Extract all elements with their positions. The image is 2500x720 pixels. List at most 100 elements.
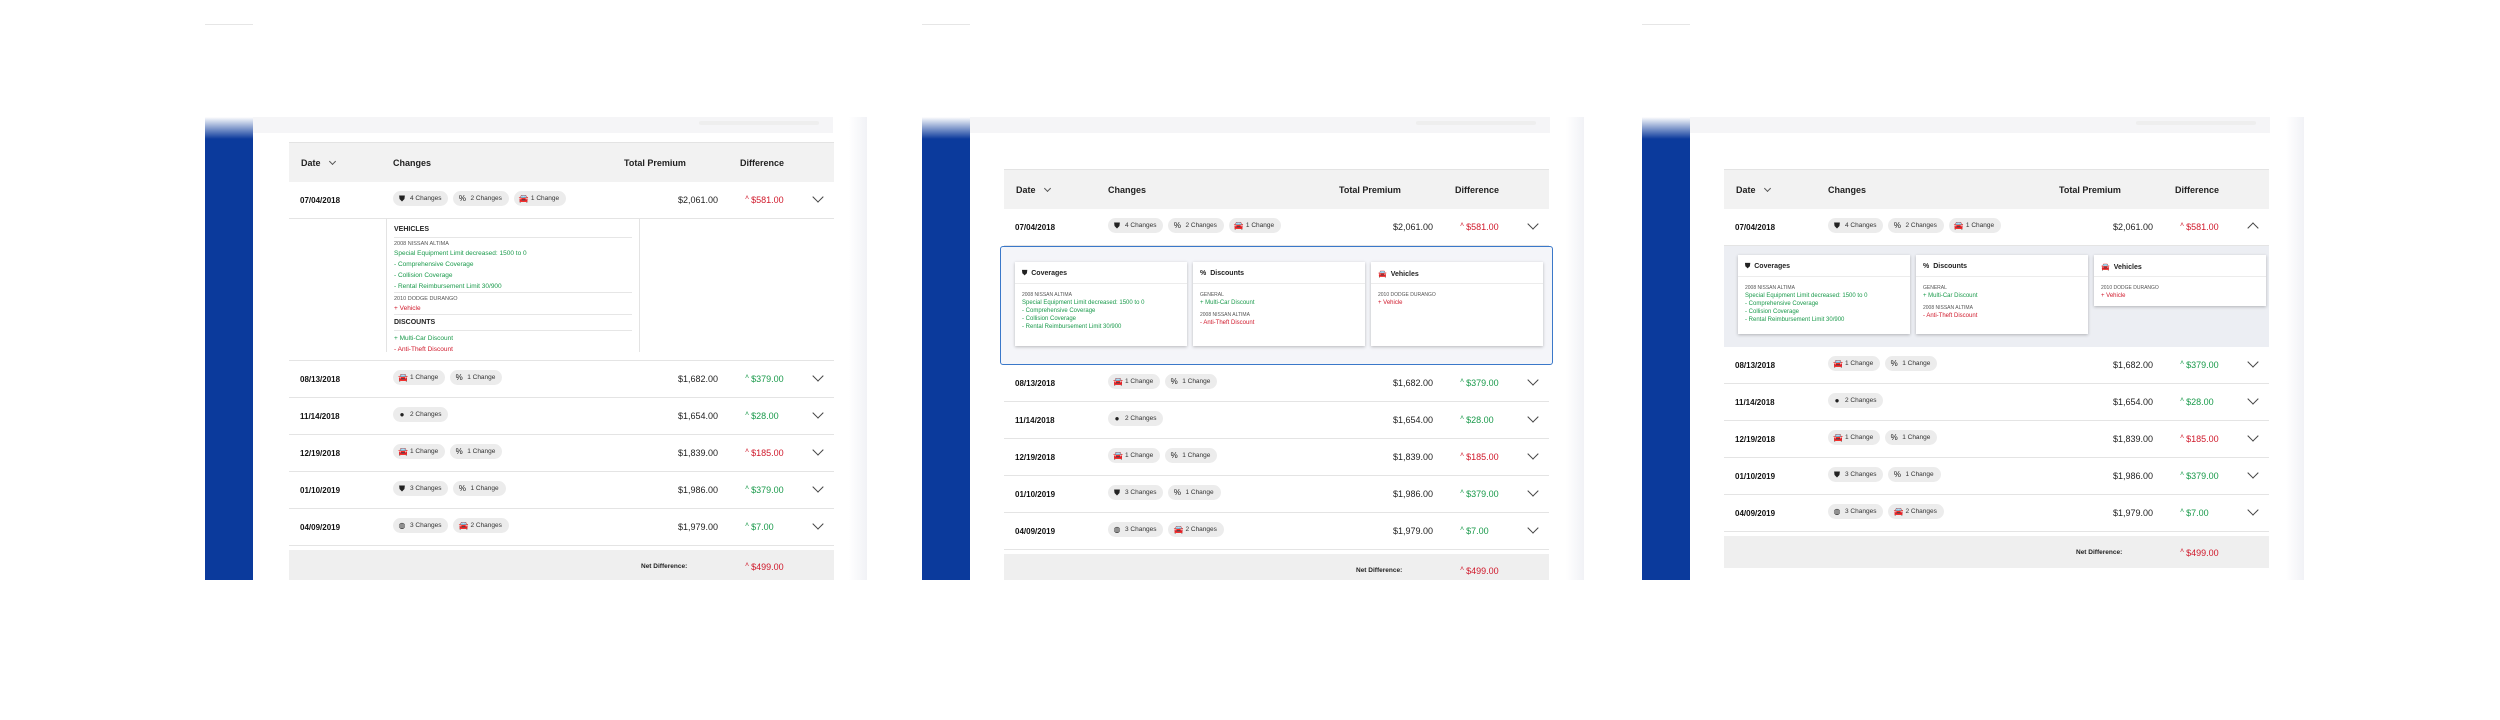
change-pills: ◍ 3 Changes 🚘 2 Changes	[1108, 522, 1224, 537]
change-pill[interactable]: ● 2 Changes	[1828, 393, 1884, 408]
change-pill-label: 1 Change	[1965, 222, 1995, 229]
chevron-down-icon[interactable]	[1527, 411, 1539, 423]
table-row[interactable]: 04/09/2019 ◍ 3 Changes 🚘 2 Changes $1,979.00 ˄…	[289, 509, 834, 546]
change-pill[interactable]: % 1 Change	[1885, 356, 1938, 371]
change-pill[interactable]: 🚘 1 Change	[513, 191, 567, 206]
change-pills: 🚘 1 Change % 1 Change	[393, 444, 503, 459]
change-pill[interactable]: % 1 Change	[1165, 448, 1218, 463]
change-line: - Comprehensive Coverage	[394, 261, 474, 268]
date-column-header[interactable]: Date	[1016, 184, 1051, 195]
change-pills: ⛊ 4 Changes % 2 Changes 🚘 1 Change	[1108, 218, 1282, 233]
screen-panel: Date Changes Total Premium Difference 07/04/…	[922, 117, 1584, 580]
table-row[interactable]: 11/14/2018 ● 2 Changes $1,654.00 ˄ $28.00	[289, 398, 834, 435]
change-pill[interactable]: ⛊ 3 Changes	[1828, 467, 1884, 482]
table-row[interactable]: 12/19/2018 🚘 1 Change% 1 Change $1,839.00 ˄ $1…	[1004, 439, 1549, 476]
change-pill[interactable]: ● 2 Changes	[1108, 411, 1164, 426]
table-row[interactable]: 01/10/2019 ⛊ 3 Changes% 1 Change $1,986.00 ˄ $…	[289, 472, 834, 509]
difference-value: ˄ $379.00	[745, 374, 784, 384]
table-row[interactable]: 04/09/2019 ◍ 3 Changes 🚘 2 Changes $1,979.00 ˄…	[1724, 495, 2269, 532]
change-pill[interactable]: 🚘 1 Change	[1828, 356, 1881, 371]
table-row[interactable]: 12/19/2018 🚘 1 Change% 1 Change $1,839.00 ˄ $1…	[289, 435, 834, 472]
change-pill[interactable]: 🚘 1 Change	[1948, 218, 2002, 233]
chevron-down-icon[interactable]	[812, 481, 824, 493]
change-pill[interactable]: ⛊ 3 Changes	[393, 481, 449, 496]
date-column-header[interactable]: Date	[301, 157, 336, 168]
table-row[interactable]: 08/13/2018 🚘 1 Change% 1 Change $1,682.00 ˄ $3…	[1004, 365, 1549, 402]
table-row[interactable]: 12/19/2018 🚘 1 Change% 1 Change $1,839.00 ˄ $1…	[1724, 421, 2269, 458]
table-row[interactable]: 01/10/2019 ⛊ 3 Changes% 1 Change $1,986.00 ˄ $…	[1004, 476, 1549, 513]
chevron-down-icon[interactable]	[812, 191, 824, 203]
change-pill[interactable]: % 1 Change	[450, 444, 503, 459]
change-pill-label: 2 Changes	[1905, 508, 1937, 515]
change-pill[interactable]: % 1 Change	[450, 370, 503, 385]
change-pill[interactable]: ⛊ 4 Changes	[1828, 218, 1884, 233]
chevron-down-icon[interactable]	[1527, 218, 1539, 230]
change-pill[interactable]: % 2 Changes	[453, 191, 509, 206]
change-pill[interactable]: % 1 Change	[1885, 430, 1938, 445]
change-pill[interactable]: 🚘 2 Changes	[453, 518, 509, 533]
chevron-stroke	[812, 444, 824, 456]
change-pill[interactable]: % 1 Change	[1165, 374, 1218, 389]
total-premium-value: $1,839.00	[677, 448, 718, 458]
change-pill[interactable]: ◍ 3 Changes	[393, 518, 449, 533]
change-pill[interactable]: 🚘 1 Change	[1108, 374, 1161, 389]
table-row[interactable]: 07/04/2018 ⛊ 4 Changes% 2 Changes 🚘 1 Change $…	[289, 182, 834, 219]
date-header-label: Date	[1736, 185, 1756, 195]
change-pill[interactable]: 🚘 1 Change	[1108, 448, 1161, 463]
caret-up-icon: ˄	[745, 485, 750, 492]
change-pills: ⛊ 3 Changes % 1 Change	[393, 481, 506, 496]
change-pill[interactable]: % 1 Change	[453, 481, 506, 496]
caret-up-icon: ˄	[1460, 566, 1465, 573]
change-pill[interactable]: 🚘 2 Changes	[1888, 504, 1944, 519]
table-row[interactable]: 11/14/2018 ● 2 Changes $1,654.00 ˄ $28.00	[1004, 402, 1549, 439]
discount-icon: %	[1170, 450, 1178, 460]
chevron-down-icon[interactable]	[1527, 374, 1539, 386]
change-pill[interactable]: ◍ 3 Changes	[1828, 504, 1884, 519]
chevron-down-icon[interactable]	[1527, 448, 1539, 460]
chevron-down-icon[interactable]	[2247, 430, 2259, 442]
change-pill[interactable]: % 1 Change	[1888, 467, 1941, 482]
chevron-down-icon[interactable]	[2247, 393, 2259, 405]
chevron-down-icon[interactable]	[812, 370, 824, 382]
chevron-down-icon[interactable]	[1527, 522, 1539, 534]
change-pill[interactable]: 🚘 1 Change	[393, 370, 446, 385]
table-row[interactable]: 08/13/2018 🚘 1 Change% 1 Change $1,682.00 ˄ $3…	[289, 361, 834, 398]
chevron-down-icon[interactable]	[2247, 504, 2259, 516]
date-column-header[interactable]: Date	[1736, 184, 1771, 195]
chevron-down-icon[interactable]	[812, 518, 824, 530]
side-rail	[1642, 117, 1690, 580]
change-pill[interactable]: 🚘 1 Change	[393, 444, 446, 459]
side-rail	[922, 117, 970, 580]
table-row[interactable]: 08/13/2018 🚘 1 Change% 1 Change $1,682.00 ˄ $3…	[1724, 347, 2269, 384]
change-pill[interactable]: 🚘 1 Change	[1828, 430, 1881, 445]
change-pill[interactable]: ⛊ 4 Changes	[393, 191, 449, 206]
chevron-down-icon[interactable]	[2247, 467, 2259, 479]
change-pill[interactable]: ● 2 Changes	[393, 407, 449, 422]
chevron-down-icon[interactable]	[2247, 356, 2259, 368]
ghost-header	[970, 117, 1550, 133]
table-row[interactable]: 07/04/2018 ⛊ 4 Changes% 2 Changes 🚘 1 Change $…	[1724, 209, 2269, 246]
change-pill[interactable]: 🚘 2 Changes	[1168, 522, 1224, 537]
chevron-down-icon[interactable]	[1527, 485, 1539, 497]
chevron-up-icon[interactable]	[2247, 219, 2259, 234]
change-pill[interactable]: % 1 Change	[1168, 485, 1221, 500]
detail-box: VEHICLES 2008 NISSAN ALTIMA Special Equipm…	[386, 219, 640, 353]
difference-column-header: Difference	[740, 158, 785, 168]
change-pill[interactable]: ⛊ 3 Changes	[1108, 485, 1164, 500]
chevron-down-icon[interactable]	[812, 407, 824, 419]
change-pill[interactable]: ⛊ 4 Changes	[1108, 218, 1164, 233]
table-row[interactable]: 07/04/2018 ⛊ 4 Changes% 2 Changes 🚘 1 Change $…	[1004, 209, 1549, 246]
chevron-down-icon[interactable]	[812, 444, 824, 456]
change-pill-label: 3 Changes	[410, 485, 442, 492]
change-pill[interactable]: 🚘 1 Change	[1228, 218, 1282, 233]
difference-amount: $581.00	[1466, 222, 1499, 232]
discount-icon: %	[1173, 487, 1182, 497]
table-row[interactable]: 01/10/2019 ⛊ 3 Changes% 1 Change $1,986.00 ˄ $…	[1724, 458, 2269, 495]
table-row[interactable]: 04/09/2019 ◍ 3 Changes 🚘 2 Changes $1,979.00 ˄…	[1004, 513, 1549, 550]
change-pill[interactable]: % 2 Changes	[1168, 218, 1224, 233]
change-pill[interactable]: ◍ 3 Changes	[1108, 522, 1164, 537]
change-pill[interactable]: % 2 Changes	[1888, 218, 1944, 233]
difference-amount: $7.00	[751, 522, 774, 532]
discount-icon: %	[458, 193, 467, 203]
table-row[interactable]: 11/14/2018 ● 2 Changes $1,654.00 ˄ $28.00	[1724, 384, 2269, 421]
